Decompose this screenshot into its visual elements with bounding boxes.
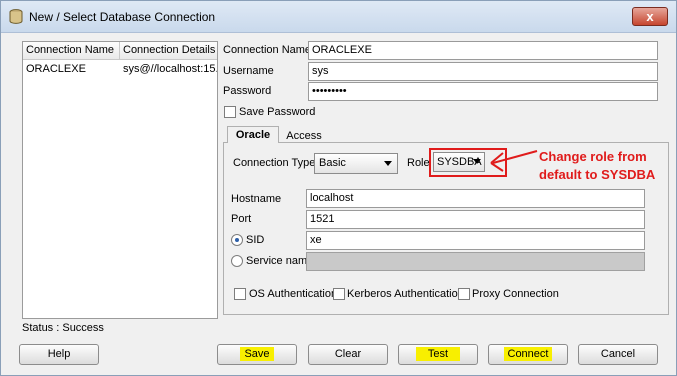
save-button[interactable]: Save [217, 344, 297, 365]
help-button[interactable]: Help [19, 344, 99, 365]
cancel-button[interactable]: Cancel [578, 344, 658, 365]
connect-button-label: Connect [503, 347, 553, 361]
role-label: Role [407, 157, 430, 169]
cancel-button-label: Cancel [600, 348, 636, 360]
help-button-label: Help [47, 348, 71, 360]
sid-field[interactable]: xe [306, 231, 645, 250]
os-auth-label: OS Authentication [249, 288, 338, 300]
save-button-label: Save [240, 347, 274, 361]
hostname-label: Hostname [231, 193, 282, 205]
service-name-radio[interactable] [231, 255, 243, 267]
password-field[interactable]: ••••••••• [308, 82, 658, 101]
annotation-text: Change role from default to SYSDBA [539, 148, 655, 184]
connections-table: Connection Name Connection Details ORACL… [22, 41, 218, 319]
connection-type-value: Basic [319, 157, 346, 169]
close-icon: x [646, 9, 654, 24]
proxy-checkbox[interactable] [458, 288, 470, 300]
username-label: Username [223, 65, 274, 77]
test-button-label: Test [415, 347, 461, 361]
hostname-field[interactable]: localhost [306, 189, 645, 208]
save-password-checkbox[interactable] [224, 106, 236, 118]
connection-row-details[interactable]: sys@//localhost:15... [120, 61, 217, 78]
connection-type-select[interactable]: Basic [314, 153, 398, 174]
test-button[interactable]: Test [398, 344, 478, 365]
close-button[interactable]: x [632, 7, 668, 26]
connection-name-label: Connection Name [223, 44, 312, 56]
dialog-window: New / Select Database Connection x Conne… [0, 0, 677, 376]
port-field[interactable]: 1521 [306, 210, 645, 229]
chevron-down-icon [384, 161, 392, 166]
annotation-line-2: default to SYSDBA [539, 167, 656, 182]
connection-row-name[interactable]: ORACLEXE [23, 61, 120, 78]
window-title: New / Select Database Connection [29, 10, 216, 24]
password-label: Password [223, 85, 272, 97]
kerberos-checkbox[interactable] [333, 288, 345, 300]
port-label: Port [231, 213, 252, 225]
sid-label: SID [246, 234, 265, 246]
connect-button[interactable]: Connect [488, 344, 568, 365]
service-name-label: Service name [246, 255, 314, 267]
database-icon [9, 9, 23, 24]
username-field[interactable]: sys [308, 62, 658, 81]
annotation-arrow-icon [490, 150, 538, 172]
proxy-label: Proxy Connection [472, 288, 559, 300]
os-auth-checkbox[interactable] [234, 288, 246, 300]
tab-oracle[interactable]: Oracle [227, 126, 279, 143]
title-bar: New / Select Database Connection x [1, 1, 676, 33]
annotation-line-1: Change role from [539, 149, 647, 164]
sid-radio[interactable] [231, 234, 243, 246]
save-password-label: Save Password [239, 106, 316, 118]
clear-button[interactable]: Clear [308, 344, 388, 365]
service-name-field[interactable] [306, 252, 645, 271]
column-header-name[interactable]: Connection Name [23, 42, 120, 60]
status-text: Status : Success [22, 322, 104, 334]
clear-button-label: Clear [334, 348, 362, 360]
column-header-details[interactable]: Connection Details [120, 42, 217, 60]
kerberos-label: Kerberos Authentication [347, 288, 464, 300]
connection-type-label: Connection Type [233, 157, 316, 169]
connection-name-field[interactable]: ORACLEXE [308, 41, 658, 60]
